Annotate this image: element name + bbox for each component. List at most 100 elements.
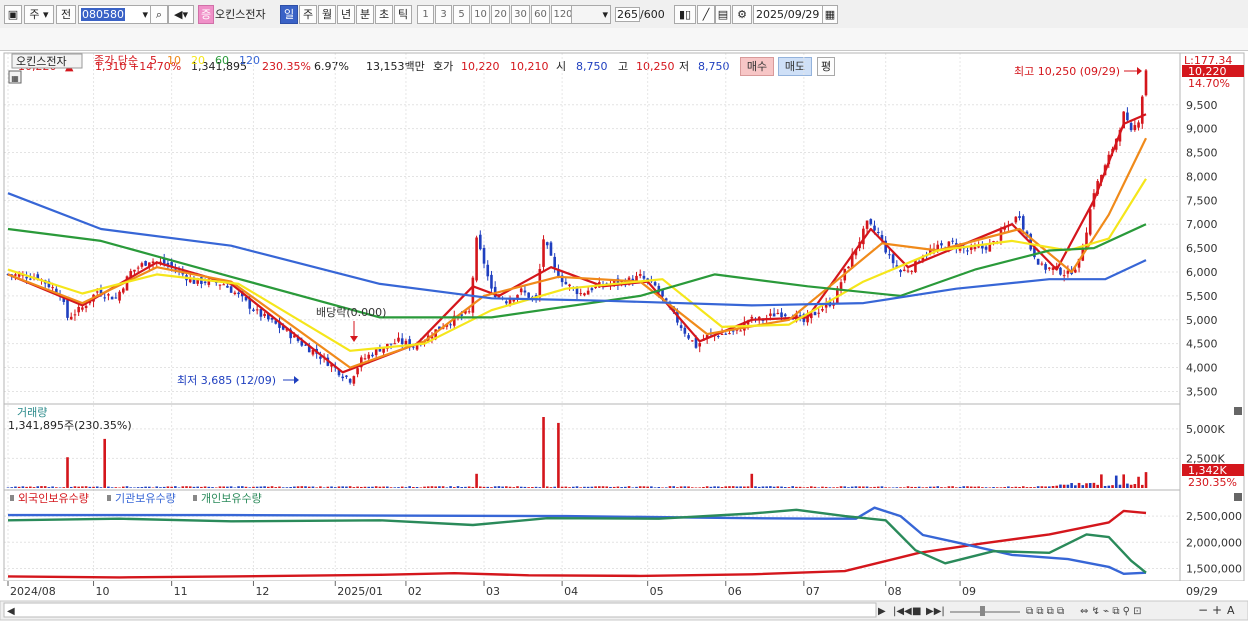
stop-icon[interactable]: ■	[912, 606, 921, 617]
volume-bar	[319, 486, 322, 488]
zoom-out-icon[interactable]: −	[1198, 603, 1208, 617]
volume-bar	[944, 487, 947, 488]
candle-body	[375, 349, 378, 355]
volume-bar	[353, 487, 356, 488]
prev-button[interactable]: 전	[56, 5, 76, 24]
ma-legend-10[interactable]: 10	[167, 54, 181, 67]
interval-tab-2[interactable]: 5	[453, 5, 470, 24]
volume-bar	[572, 487, 575, 488]
search-icon[interactable]: ⌕	[150, 5, 168, 24]
sound-icon[interactable]: ◀▾	[168, 5, 194, 24]
chart-tool-icons[interactable]: ⇔ ↯ ⌁ ⧉ ⚲ ⊡	[1080, 606, 1142, 617]
volume-bar	[364, 487, 367, 488]
ex-div-arrowhead	[350, 336, 358, 342]
volume-bar	[96, 486, 99, 488]
save-icon[interactable]: ▤	[715, 5, 731, 24]
scroll-left-icon[interactable]: ◀	[7, 606, 15, 617]
period-tab-1[interactable]: 주	[299, 5, 317, 24]
volume-bar	[193, 487, 196, 488]
period-tab-2[interactable]: 월	[318, 5, 336, 24]
volume-bar	[732, 486, 735, 488]
period-tab-0[interactable]: 일	[280, 5, 298, 24]
volume-bar	[304, 486, 307, 488]
candle-body	[888, 254, 891, 255]
volume-bar	[137, 487, 140, 488]
code-dropdown-icon[interactable]: ▾	[142, 6, 148, 23]
volume-bar	[847, 487, 850, 488]
count-display[interactable]: 265/600	[615, 6, 665, 24]
volume-bar	[100, 487, 103, 488]
candle-body	[550, 242, 553, 255]
volume-bar	[959, 487, 962, 488]
candle-body	[115, 297, 118, 298]
scroll-start-icon[interactable]: |◀◀	[893, 606, 912, 617]
volume-bar	[141, 487, 144, 488]
volume-bar	[851, 487, 854, 488]
holding-panel-close-icon[interactable]	[1234, 493, 1242, 501]
period-tab-4[interactable]: 분	[356, 5, 374, 24]
volume-bar	[501, 487, 504, 488]
window-icon[interactable]: ▣	[4, 5, 22, 24]
interval-select[interactable]: ▾	[571, 5, 611, 24]
volume-bar	[92, 487, 95, 488]
candle-body	[486, 265, 489, 277]
code-input[interactable]: 080580 ▾	[78, 5, 152, 24]
calendar-icon[interactable]: ▦	[822, 5, 838, 24]
draw-tool-icon[interactable]: ╱	[697, 5, 715, 24]
interval-tab-6[interactable]: 60	[531, 5, 550, 24]
date-input[interactable]: 2025/09/29	[753, 5, 823, 24]
volume-bar	[382, 487, 385, 488]
interval-tab-3[interactable]: 10	[471, 5, 490, 24]
zoom-slider-handle[interactable]	[980, 606, 985, 616]
auto-scale-icon[interactable]: A	[1227, 604, 1235, 617]
ma-legend-20[interactable]: 20	[191, 54, 205, 67]
volume-bar	[70, 487, 73, 488]
volume-bar	[910, 487, 913, 488]
scrollbar-track[interactable]	[4, 603, 876, 617]
period-tab-3[interactable]: 년	[337, 5, 355, 24]
volume-panel-close-icon[interactable]	[1234, 407, 1242, 415]
volume-bar	[423, 487, 426, 488]
market-select[interactable]: 주 ▾	[24, 5, 54, 24]
scroll-end-icon[interactable]: ▶▶|	[926, 606, 945, 617]
candle-body	[345, 376, 348, 377]
candle-body	[691, 340, 694, 341]
candle-body	[643, 276, 646, 279]
candle-body	[546, 242, 549, 245]
x-tick-label: 03	[486, 585, 500, 598]
gear-icon[interactable]: ⚙	[732, 5, 752, 24]
interval-tab-0[interactable]: 1	[417, 5, 434, 24]
volume-bar	[706, 486, 709, 488]
period-tab-6[interactable]: 틱	[394, 5, 412, 24]
volume-bar	[516, 486, 519, 488]
volume-bar	[457, 486, 460, 488]
volume-bar	[334, 487, 337, 488]
holding-legend-1[interactable]: 기관보유수량	[115, 492, 176, 505]
interval-tab-5[interactable]: 30	[511, 5, 530, 24]
holding-legend-0[interactable]: 외국인보유수량	[18, 492, 89, 505]
ma-legend-120[interactable]: 120	[239, 54, 260, 67]
volume-bar	[1048, 486, 1051, 488]
volume-bar	[650, 486, 653, 488]
volume-bar	[977, 486, 980, 488]
volume-bar	[170, 487, 173, 488]
volume-bar	[587, 487, 590, 488]
ma-legend-5[interactable]: 5	[150, 54, 157, 67]
interval-tab-4[interactable]: 20	[491, 5, 510, 24]
ma-legend-60[interactable]: 60	[215, 54, 229, 67]
volume-bar	[446, 487, 449, 488]
volume-bar	[215, 487, 218, 488]
holding-legend-2[interactable]: 개인보유수량	[201, 492, 262, 505]
volume-bar	[840, 486, 843, 488]
volume-bar	[724, 486, 727, 488]
volume-bar	[736, 487, 739, 488]
volume-bar	[25, 487, 28, 488]
layout-icons[interactable]: ⧉ ⧉ ⧉ ⧉	[1026, 606, 1064, 617]
candle-type-icon[interactable]: ▮▯	[674, 5, 696, 24]
volume-bar	[520, 487, 523, 488]
interval-tab-1[interactable]: 3	[435, 5, 452, 24]
zoom-in-icon[interactable]: +	[1212, 603, 1222, 617]
volume-bar	[174, 486, 177, 488]
scroll-right-icon[interactable]: ▶	[878, 606, 886, 617]
period-tab-5[interactable]: 초	[375, 5, 393, 24]
